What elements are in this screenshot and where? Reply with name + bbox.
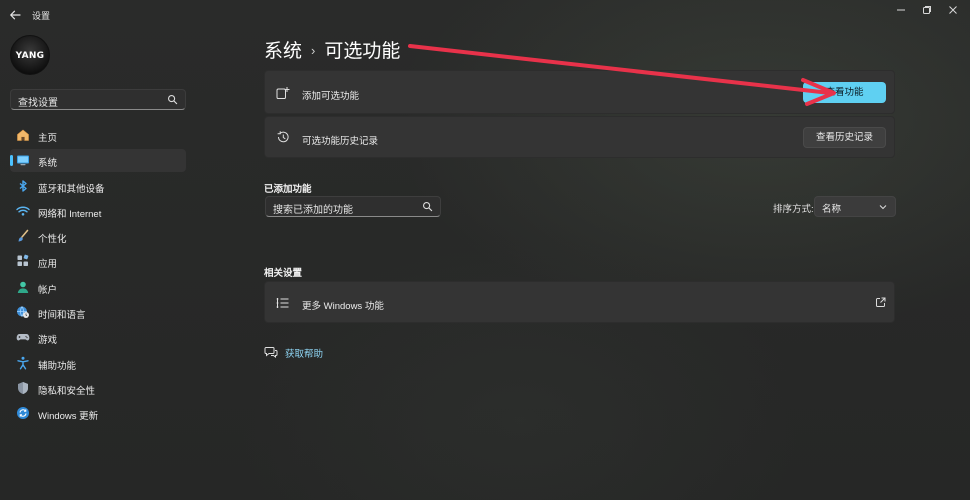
settings-search-input[interactable]: 查找设置: [10, 89, 186, 110]
sidebar-item-label: 网络和 Internet: [38, 208, 102, 220]
add-feature-label: 添加可选功能: [302, 91, 360, 102]
sidebar-item-home[interactable]: 主页: [10, 124, 186, 147]
sidebar-item-system[interactable]: 系统: [10, 149, 186, 173]
sidebar-item-label: 主页: [38, 133, 58, 144]
sidebar-item-accounts[interactable]: 帐户: [10, 276, 186, 299]
gamepad-icon: [16, 334, 30, 341]
title-bar: 设置: [0, 0, 970, 30]
system-icon: [17, 155, 29, 166]
sidebar-item-label: 蓝牙和其他设备: [38, 183, 105, 195]
sidebar-item-personalization[interactable]: 个性化: [10, 225, 186, 248]
sidebar-item-label: 时间和语言: [38, 310, 86, 322]
chevron-down-icon: [879, 205, 887, 210]
add-optional-feature-card: 添加可选功能 查看功能: [264, 70, 895, 114]
sidebar-item-label: 游戏: [38, 335, 58, 347]
app-title: 设置: [32, 11, 51, 21]
sidebar-item-time-language[interactable]: 时间和语言: [10, 301, 186, 324]
optional-feature-history-card: 可选功能历史记录 查看历史记录: [264, 116, 895, 158]
minimize-icon[interactable]: [891, 3, 911, 17]
search-icon[interactable]: [167, 94, 178, 105]
sidebar-item-windows-update[interactable]: Windows 更新: [10, 402, 186, 425]
search-icon[interactable]: [422, 201, 433, 212]
back-arrow-icon[interactable]: [8, 8, 22, 22]
breadcrumb: 系统 › 可选功能: [264, 36, 400, 63]
avatar[interactable]: YANG: [10, 35, 50, 75]
history-label: 可选功能历史记录: [302, 136, 379, 147]
view-history-button[interactable]: 查看历史记录: [803, 127, 886, 148]
update-icon: [17, 407, 29, 420]
wifi-icon: [16, 206, 30, 216]
account-icon: [17, 281, 29, 293]
more-windows-features-card[interactable]: 更多 Windows 功能: [264, 281, 895, 323]
help-chat-icon: [264, 347, 278, 358]
breadcrumb-separator: ›: [311, 43, 316, 58]
sidebar-nav: 主页 系统 蓝牙和其他设备 网络和 Internet 个性化 应用 帐户 时间和…: [10, 124, 186, 428]
page-title: 可选功能: [324, 41, 401, 62]
added-features-search-input[interactable]: 搜索已添加的功能: [265, 196, 441, 217]
settings-search-placeholder: 查找设置: [18, 98, 58, 109]
sidebar-item-privacy[interactable]: 隐私和安全性: [10, 377, 186, 400]
close-icon[interactable]: [943, 3, 963, 17]
restore-icon[interactable]: [917, 3, 937, 17]
sort-by-dropdown[interactable]: 名称: [814, 196, 896, 217]
sidebar-item-label: 系统: [38, 158, 58, 170]
brush-icon: [18, 229, 29, 242]
sidebar-item-network[interactable]: 网络和 Internet: [10, 200, 186, 223]
sidebar-item-label: Windows 更新: [38, 411, 99, 423]
breadcrumb-parent[interactable]: 系统: [264, 41, 302, 62]
list-icon: [276, 298, 289, 308]
sort-by-value: 名称: [822, 204, 842, 215]
sidebar-item-label: 应用: [38, 259, 58, 271]
get-help-label: 获取帮助: [285, 349, 324, 360]
sidebar-item-bluetooth[interactable]: 蓝牙和其他设备: [10, 175, 186, 198]
sidebar-item-label: 隐私和安全性: [38, 385, 96, 397]
external-link-icon[interactable]: [875, 297, 886, 308]
view-features-button[interactable]: 查看功能: [803, 82, 886, 103]
sidebar-item-label: 辅助功能: [38, 360, 77, 372]
sidebar-item-label: 帐户: [38, 284, 58, 296]
add-feature-icon: [276, 87, 290, 99]
avatar-text: YANG: [15, 51, 45, 61]
history-icon: [277, 131, 289, 143]
related-settings-heading: 相关设置: [264, 268, 303, 279]
more-windows-features-label: 更多 Windows 功能: [302, 301, 384, 312]
shield-icon: [18, 381, 28, 394]
home-icon: [17, 129, 29, 141]
added-features-heading: 已添加功能: [264, 184, 312, 195]
sidebar-item-label: 个性化: [38, 234, 67, 246]
apps-icon: [17, 255, 29, 267]
accessibility-icon: [17, 356, 29, 370]
added-features-search-placeholder: 搜索已添加的功能: [273, 205, 353, 216]
globe-clock-icon: [17, 306, 29, 319]
sidebar-item-accessibility[interactable]: 辅助功能: [10, 352, 186, 375]
sidebar-item-gaming[interactable]: 游戏: [10, 326, 186, 349]
sidebar-item-apps[interactable]: 应用: [10, 250, 186, 273]
sort-by-label: 排序方式:: [773, 204, 814, 215]
bluetooth-icon: [19, 179, 27, 192]
